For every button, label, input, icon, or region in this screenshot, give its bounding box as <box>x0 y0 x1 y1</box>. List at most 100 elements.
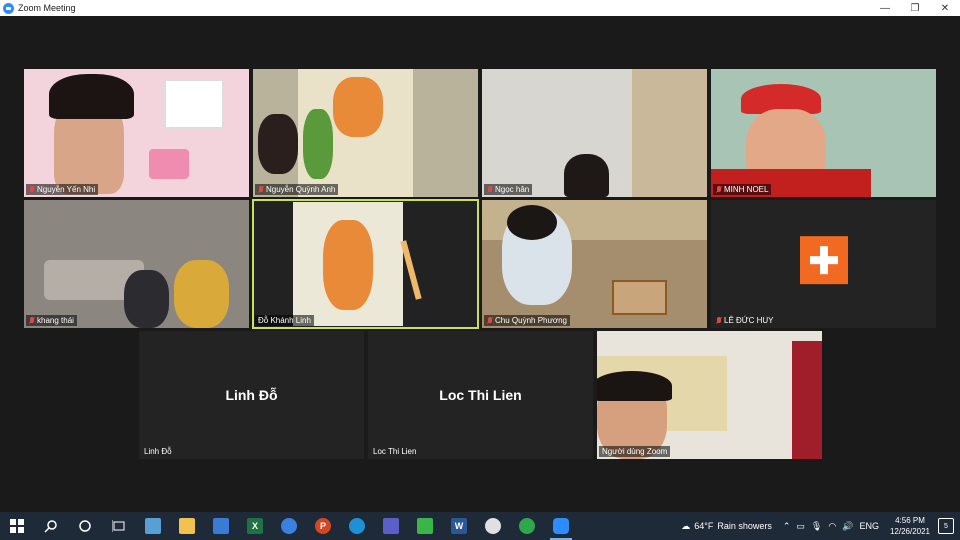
file-explorer-app[interactable] <box>170 512 204 540</box>
greenshot-app[interactable] <box>510 512 544 540</box>
search-button[interactable] <box>34 512 68 540</box>
video-tile[interactable]: Nguyễn Quỳnh Anh <box>253 69 478 197</box>
muted-microphone-icon <box>487 185 493 194</box>
participant-face <box>564 154 609 197</box>
cortana-button[interactable] <box>68 512 102 540</box>
muted-microphone-icon <box>29 316 35 325</box>
calendar-app[interactable] <box>136 512 170 540</box>
curtain-image <box>632 69 707 197</box>
participant-name-tag: Linh Đỗ <box>144 447 172 456</box>
tree-drawing <box>303 109 333 179</box>
participant-name-tag: LÊ ĐỨC HUY <box>713 315 777 326</box>
zoom-icon <box>553 518 569 534</box>
camtasia-app[interactable] <box>408 512 442 540</box>
word-icon: W <box>451 518 467 534</box>
video-tile[interactable]: Linh Đỗ Linh Đỗ <box>139 331 364 459</box>
weather-widget[interactable]: ☁ 64°F Rain showers <box>681 521 772 532</box>
edge-app[interactable] <box>340 512 374 540</box>
tiger-drawing <box>323 220 373 310</box>
participant-face <box>258 114 298 174</box>
notification-center-button[interactable]: 5 <box>938 518 954 534</box>
minimize-button[interactable]: — <box>870 0 900 16</box>
maximize-button[interactable]: ❐ <box>900 0 930 16</box>
laptop-image <box>164 79 224 129</box>
video-tile[interactable]: Nguyễn Yến Nhi <box>24 69 249 197</box>
wifi-icon[interactable]: ◠ <box>828 521 836 532</box>
muted-microphone-icon <box>716 316 722 325</box>
participant-name-tag: Người dùng Zoom <box>599 446 671 457</box>
camtasia-icon <box>417 518 433 534</box>
system-tray: ☁ 64°F Rain showers ⌃ ▭ 🎙 ◠ 🔊 ENG 4:56 P… <box>681 512 960 540</box>
video-tile[interactable]: khang thái <box>24 200 249 328</box>
video-tile[interactable]: MINH NOEL <box>711 69 936 197</box>
mail-icon <box>213 518 229 534</box>
video-tile[interactable]: LÊ ĐỨC HUY <box>711 200 936 328</box>
file-explorer-icon <box>179 518 195 534</box>
volume-icon[interactable]: 🔊 <box>842 521 853 532</box>
video-tile-active-speaker[interactable]: Đỗ Khánh Linh <box>252 199 479 329</box>
participant-avatar <box>799 236 848 285</box>
participant-hair <box>597 371 672 401</box>
excel-icon: X <box>247 518 263 534</box>
gallery-view: Nguyễn Yến Nhi Nguyễn Quỳnh Anh Ngọc hân… <box>0 16 960 512</box>
window-title: Zoom Meeting <box>18 3 76 13</box>
participant-hair <box>507 205 557 240</box>
video-tile[interactable]: Ngọc hân <box>482 69 707 197</box>
chrome-user-app[interactable] <box>476 512 510 540</box>
title-bar: Zoom Meeting — ❐ ✕ <box>0 0 960 16</box>
participant-name-tag: Nguyễn Yến Nhi <box>26 184 99 195</box>
powerpoint-icon: P <box>315 518 331 534</box>
participant-display-name: Linh Đỗ <box>225 387 278 403</box>
windows-start-icon <box>10 519 24 533</box>
zoom-app[interactable] <box>544 512 578 540</box>
participant-name-tag: Đỗ Khánh Linh <box>255 315 314 326</box>
tiger-drawing <box>333 77 383 137</box>
pencil-image <box>400 240 422 300</box>
network-icon[interactable]: ▭ <box>796 521 805 532</box>
participant-name-tag: Ngọc hân <box>484 184 533 195</box>
word-app[interactable]: W <box>442 512 476 540</box>
toy-box <box>612 280 667 315</box>
participant-name-tag: Nguyễn Quỳnh Anh <box>255 184 339 195</box>
video-tile[interactable]: Người dùng Zoom <box>597 331 822 459</box>
muted-microphone-icon <box>487 316 493 325</box>
cortana-icon <box>79 520 91 532</box>
participant-name-tag: khang thái <box>26 315 77 326</box>
red-curtain <box>792 341 822 459</box>
windows-taskbar: X P W ☁ 64°F Rain showers ⌃ ▭ 🎙 ◠ 🔊 ENG … <box>0 512 960 540</box>
participant-face <box>174 260 229 328</box>
calendar-icon <box>145 518 161 534</box>
teams-app[interactable] <box>374 512 408 540</box>
clock[interactable]: 4:56 PM 12/26/2021 <box>890 515 930 537</box>
participant-name-tag: Loc Thi Lien <box>373 447 417 456</box>
task-view-button[interactable] <box>102 512 136 540</box>
participant-hair <box>49 74 134 119</box>
start-button[interactable] <box>0 512 34 540</box>
participant-display-name: Loc Thi Lien <box>439 387 522 403</box>
chevron-up-icon[interactable]: ⌃ <box>783 521 791 532</box>
video-tile[interactable]: Loc Thi Lien Loc Thi Lien <box>368 331 593 459</box>
microphone-icon[interactable]: 🎙 <box>811 521 822 532</box>
excel-app[interactable]: X <box>238 512 272 540</box>
participant-name-tag: MINH NOEL <box>713 184 772 195</box>
keyboard-image <box>149 149 189 179</box>
zoom-app-icon <box>3 2 14 14</box>
powerpoint-app[interactable]: P <box>306 512 340 540</box>
cloud-rain-icon: ☁ <box>681 520 691 531</box>
language-indicator[interactable]: ENG <box>859 521 879 531</box>
mail-app[interactable] <box>204 512 238 540</box>
greenshot-icon <box>519 518 535 534</box>
video-tile[interactable]: Chu Quỳnh Phương <box>482 200 707 328</box>
edge-icon <box>349 518 365 534</box>
chrome-user-icon <box>485 518 501 534</box>
participant-face <box>124 270 169 328</box>
chrome-icon <box>281 518 297 534</box>
chrome-app[interactable] <box>272 512 306 540</box>
window-controls: — ❐ ✕ <box>870 0 960 16</box>
task-view-icon <box>112 520 125 532</box>
muted-microphone-icon <box>258 185 264 194</box>
search-icon <box>44 520 57 533</box>
close-button[interactable]: ✕ <box>930 0 960 16</box>
muted-microphone-icon <box>716 185 722 194</box>
teams-icon <box>383 518 399 534</box>
